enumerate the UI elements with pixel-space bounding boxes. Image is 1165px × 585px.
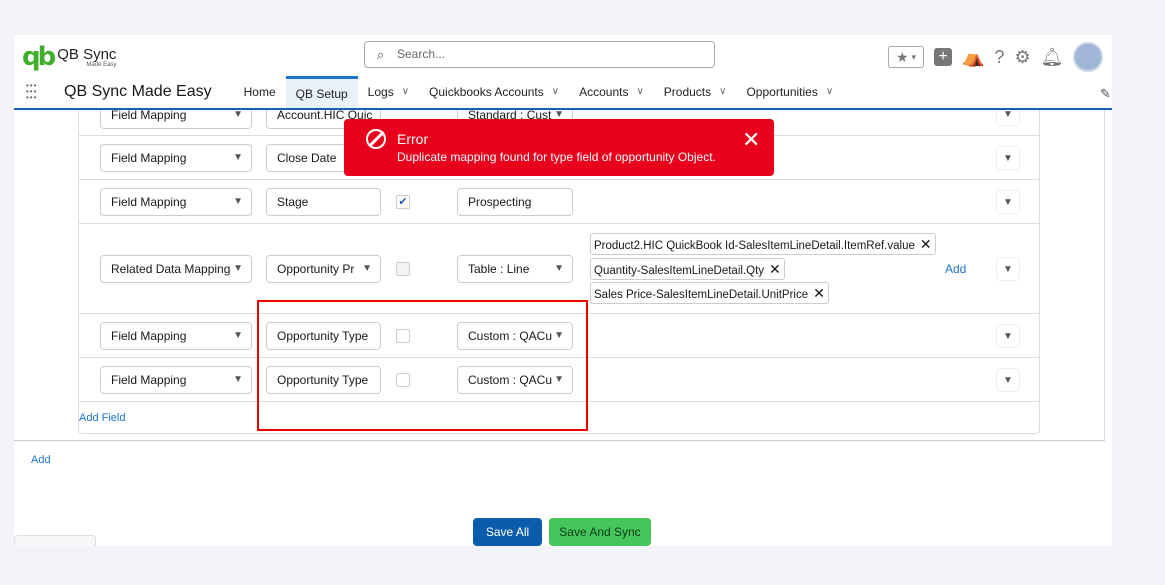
checkbox-disabled bbox=[396, 262, 410, 276]
tab-home[interactable]: Home bbox=[234, 76, 286, 108]
utility-bar-item[interactable] bbox=[14, 535, 96, 546]
mapping-pill: Sales Price-SalesItemLineDetail.UnitPric… bbox=[590, 282, 829, 304]
close-icon[interactable]: ✕ bbox=[813, 285, 825, 301]
mapping-pill: Quantity-SalesItemLineDetail.Qty ✕ bbox=[590, 258, 785, 280]
star-icon: ★ bbox=[895, 48, 909, 65]
caret-down-icon: ▼ bbox=[233, 374, 243, 385]
select-value: Table : Line bbox=[468, 262, 530, 276]
target-select[interactable]: Table : Line ▼ bbox=[457, 255, 573, 283]
caret-down-icon: ▼ bbox=[233, 196, 243, 207]
mapping-type-select[interactable]: Related Data Mapping ▼ bbox=[100, 255, 252, 283]
tab-products[interactable]: Products ∨ bbox=[654, 76, 737, 108]
select-value: Field Mapping bbox=[111, 195, 187, 209]
close-icon[interactable]: ✕ bbox=[742, 127, 760, 153]
divider bbox=[1104, 110, 1105, 441]
save-all-button[interactable]: Save All bbox=[473, 518, 542, 546]
field-select[interactable]: Opportunity Pr ▼ bbox=[266, 255, 381, 283]
tab-label: QB Setup bbox=[295, 86, 348, 101]
mapping-type-select[interactable]: Field Mapping ▼ bbox=[100, 366, 252, 394]
mapping-type-select[interactable]: Field Mapping ▼ bbox=[100, 144, 252, 172]
mapping-type-select[interactable]: Field Mapping ▼ bbox=[100, 322, 252, 350]
checkbox-checked[interactable]: ✔ bbox=[396, 195, 410, 209]
tab-label: Home bbox=[243, 85, 276, 99]
caret-down-icon: ▼ bbox=[233, 152, 243, 163]
tab-label: Accounts bbox=[579, 85, 629, 99]
select-value: Field Mapping bbox=[111, 373, 187, 387]
row-actions-chevron[interactable]: ▼ bbox=[996, 368, 1020, 392]
chevron-down-icon[interactable]: ∨ bbox=[636, 75, 643, 109]
field-input[interactable]: Stage bbox=[266, 188, 381, 216]
app-launcher-icon[interactable]: ••• ••• ••• bbox=[26, 82, 46, 102]
tab-opportunities[interactable]: Opportunities ∨ bbox=[736, 76, 843, 108]
input-value: Stage bbox=[277, 195, 309, 209]
highlight-box bbox=[257, 300, 588, 431]
select-value: Field Mapping bbox=[111, 108, 187, 122]
tab-quickbooks-accounts[interactable]: Quickbooks Accounts ∨ bbox=[419, 76, 569, 108]
bell-icon[interactable]: 🔔︎ bbox=[1041, 47, 1064, 68]
edit-pencil-icon[interactable]: ✎ bbox=[1100, 86, 1111, 102]
divider bbox=[14, 440, 1105, 441]
logo: qb QB Sync Made Easy bbox=[22, 42, 116, 72]
row-actions-chevron[interactable]: ▼ bbox=[996, 146, 1020, 170]
caret-down-icon: ▼ bbox=[362, 263, 372, 274]
chevron-down-icon[interactable]: ∨ bbox=[826, 75, 833, 109]
logo-title: QB Sync bbox=[57, 45, 117, 63]
toast-message: Duplicate mapping found for type field o… bbox=[397, 150, 716, 164]
tab-accounts[interactable]: Accounts ∨ bbox=[569, 76, 654, 108]
close-icon[interactable]: ✕ bbox=[769, 261, 781, 277]
tab-label: Quickbooks Accounts bbox=[429, 85, 544, 99]
select-value: Opportunity Pr bbox=[277, 262, 355, 276]
mapping-pill: Product2.HIC QuickBook Id-SalesItemLineD… bbox=[590, 233, 936, 255]
tab-logs[interactable]: Logs ∨ bbox=[358, 76, 419, 108]
tab-label: Opportunities bbox=[746, 85, 818, 99]
search-placeholder: Search... bbox=[397, 47, 446, 61]
pill-label: Quantity-SalesItemLineDetail.Qty bbox=[594, 265, 765, 277]
help-icon[interactable]: ? bbox=[994, 47, 1004, 68]
select-value: Related Data Mapping bbox=[111, 262, 231, 276]
app-name: QB Sync Made Easy bbox=[64, 83, 212, 100]
row-actions-chevron[interactable]: ▼ bbox=[996, 190, 1020, 214]
caret-down-icon: ▼ bbox=[233, 263, 243, 274]
gear-icon[interactable]: ⚙ bbox=[1014, 47, 1030, 68]
mapping-type-select[interactable]: Field Mapping ▼ bbox=[100, 188, 252, 216]
caret-down-icon: ▼ bbox=[233, 330, 243, 341]
select-value: Field Mapping bbox=[111, 151, 187, 165]
target-input[interactable]: Prospecting bbox=[457, 188, 573, 216]
error-toast: Error Duplicate mapping found for type f… bbox=[344, 119, 774, 176]
favorites-button[interactable]: ★ ▾ bbox=[888, 46, 924, 68]
nav-bar: ••• ••• ••• QB Sync Made Easy Home QB Setu… bbox=[14, 76, 1112, 110]
tab-label: Logs bbox=[367, 85, 394, 99]
error-icon bbox=[366, 129, 386, 149]
input-value: Close Date bbox=[277, 151, 337, 165]
avatar[interactable] bbox=[1073, 42, 1104, 72]
chevron-down-icon: ▾ bbox=[911, 51, 917, 62]
row-actions-chevron[interactable]: ▼ bbox=[996, 324, 1020, 348]
close-icon[interactable]: ✕ bbox=[920, 236, 932, 252]
search-icon: ⌕ bbox=[377, 47, 385, 62]
header-icons: ★ ▾ + ⛺ ? ⚙ 🔔︎ bbox=[888, 42, 1104, 72]
caret-down-icon: ▼ bbox=[554, 263, 564, 274]
pill-label: Product2.HIC QuickBook Id-SalesItemLineD… bbox=[594, 240, 915, 252]
trailhead-icon[interactable]: ⛺ bbox=[962, 47, 984, 68]
add-pill-link[interactable]: Add bbox=[945, 262, 966, 276]
chevron-down-icon[interactable]: ∨ bbox=[402, 75, 409, 109]
pill-label: Sales Price-SalesItemLineDetail.UnitPric… bbox=[594, 289, 809, 301]
search-input[interactable]: ⌕ Search... bbox=[364, 41, 715, 68]
chevron-down-icon[interactable]: ∨ bbox=[552, 75, 559, 109]
input-value: Prospecting bbox=[468, 195, 532, 209]
add-icon[interactable]: + bbox=[934, 48, 952, 66]
add-field-link[interactable]: Add Field bbox=[79, 412, 125, 424]
tab-qb-setup[interactable]: QB Setup bbox=[285, 76, 358, 108]
save-and-sync-button[interactable]: Save And Sync bbox=[549, 518, 651, 546]
toast-title: Error bbox=[397, 131, 429, 147]
add-link[interactable]: Add bbox=[31, 454, 51, 466]
row-actions-chevron[interactable]: ▼ bbox=[996, 257, 1020, 281]
tab-label: Products bbox=[663, 85, 712, 99]
logo-icon: qb bbox=[22, 42, 56, 72]
chevron-down-icon[interactable]: ∨ bbox=[719, 75, 726, 109]
select-value: Field Mapping bbox=[111, 329, 187, 343]
